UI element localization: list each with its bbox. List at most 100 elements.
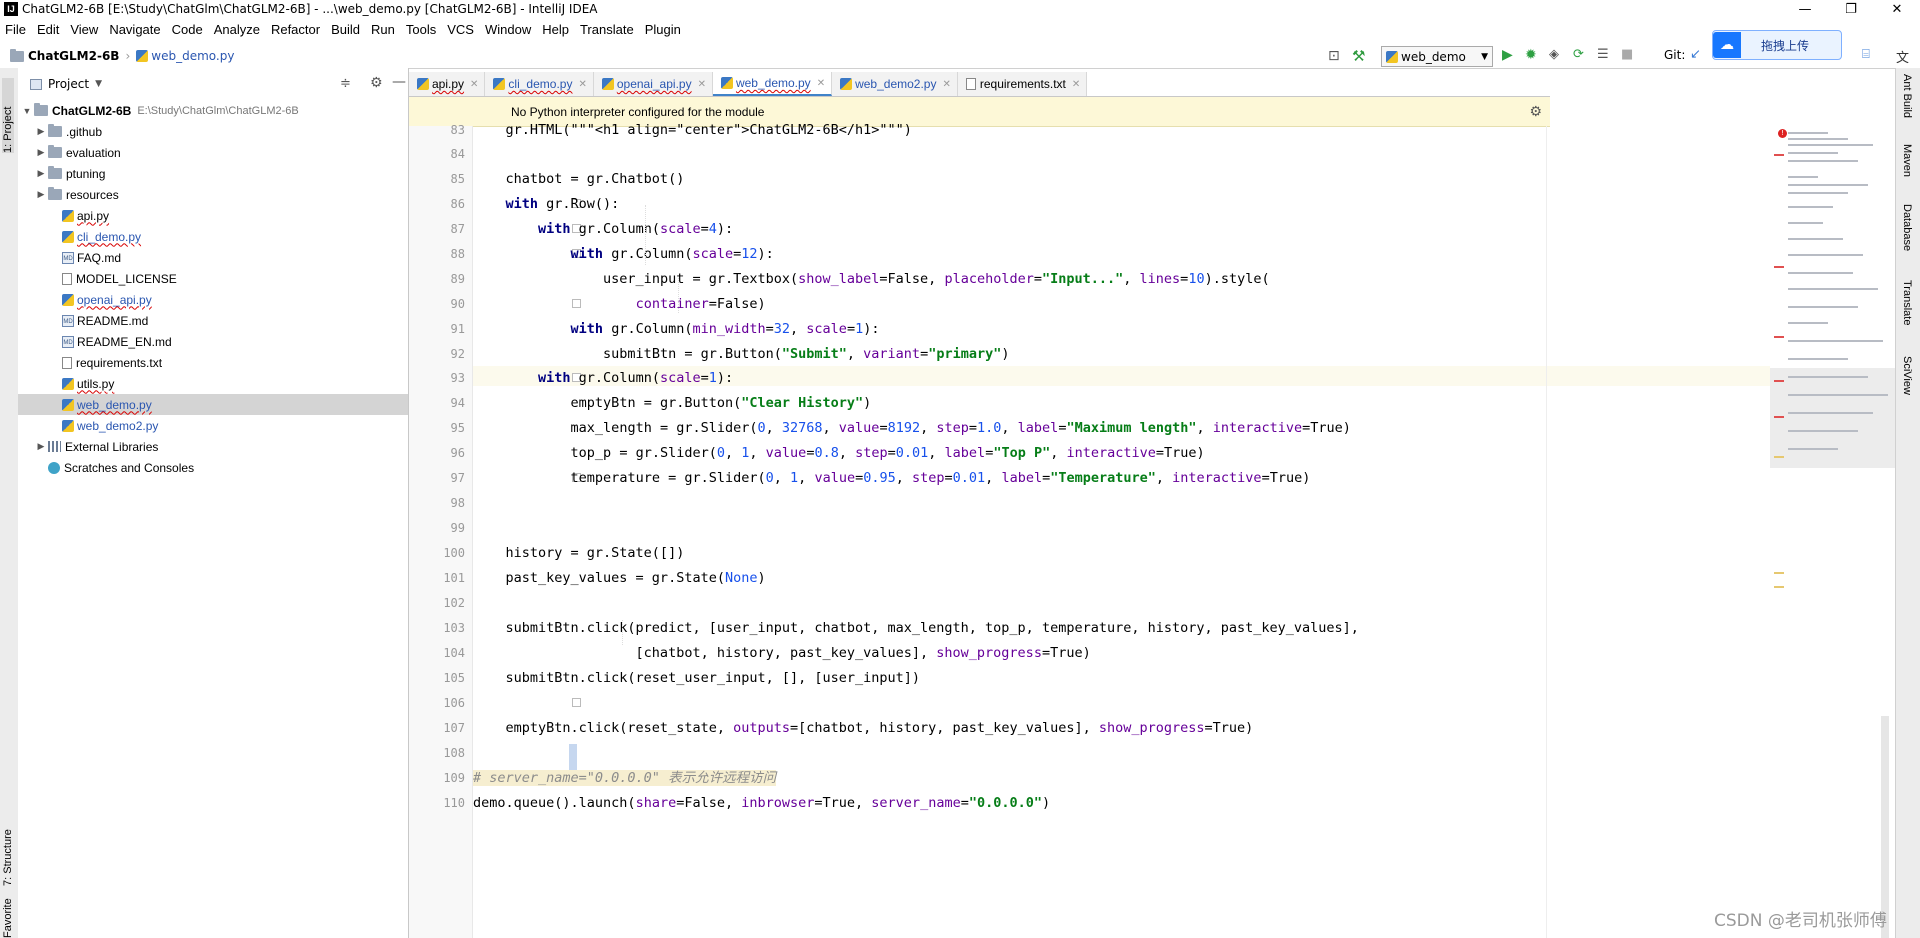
structure-tool-button[interactable]: 7: Structure — [2, 806, 14, 886]
build-hammer-icon[interactable]: ⚒ — [1352, 47, 1365, 65]
menu-code[interactable]: Code — [167, 22, 209, 37]
close-icon[interactable]: ✕ — [470, 79, 478, 90]
menu-file[interactable]: File — [0, 22, 32, 37]
tree-item-readme-md[interactable]: MD README.md — [18, 310, 408, 331]
tree-item-requirements-txt[interactable]: requirements.txt — [18, 352, 408, 373]
menu-window[interactable]: Window — [480, 22, 537, 37]
hide-panel-icon[interactable]: — — [392, 74, 406, 90]
code-line-86: with gr.Row(): — [473, 194, 1550, 214]
chevron-down-icon[interactable]: ▼ — [20, 106, 34, 116]
chevron-right-icon[interactable]: ▶ — [34, 126, 48, 137]
close-icon[interactable]: ✕ — [942, 79, 950, 90]
collapse-all-icon[interactable]: ≑ — [340, 76, 351, 91]
menu-analyze[interactable]: Analyze — [209, 22, 266, 37]
code-text: = — [765, 321, 774, 337]
param-name: server_name — [871, 795, 961, 811]
vertical-scrollbar[interactable] — [1881, 716, 1889, 938]
close-icon[interactable]: ✕ — [578, 79, 586, 90]
tree-item-ptuning[interactable]: ▶ ptuning — [18, 163, 408, 184]
tree-item-web-demo-py[interactable]: web_demo.py — [18, 394, 408, 415]
tab-api-py[interactable]: api.py ✕ — [409, 72, 486, 96]
menu-tools[interactable]: Tools — [401, 22, 442, 37]
line-number: 106 — [443, 696, 465, 710]
tab-requirements-txt[interactable]: requirements.txt ✕ — [957, 72, 1088, 96]
breadcrumb-separator: › — [125, 49, 131, 63]
project-tool-button[interactable]: 1: Project — [2, 78, 14, 153]
tree-item-faq-md[interactable]: MD FAQ.md — [18, 247, 408, 268]
tree-root[interactable]: ▼ ChatGLM2-6B E:\Study\ChatGlm\ChatGLM2-… — [18, 100, 408, 121]
menu-run[interactable]: Run — [366, 22, 401, 37]
debug-icon[interactable]: ✹ — [1525, 47, 1537, 63]
tree-scratches[interactable]: Scratches and Consoles — [18, 457, 408, 478]
run-config-select[interactable]: web_demo ▼ — [1381, 46, 1493, 67]
tree-item-readme-en-md[interactable]: MD README_EN.md — [18, 331, 408, 352]
close-icon[interactable]: ✕ — [817, 78, 825, 89]
translate-tool-button[interactable]: Translate — [1901, 280, 1913, 350]
favorites-tool-button[interactable]: Favorites — [2, 898, 14, 938]
code-minimap[interactable]: ! — [1770, 126, 1895, 938]
breadcrumb-file[interactable]: web_demo.py — [151, 49, 234, 63]
minimize-button[interactable]: — — [1782, 0, 1828, 18]
close-button[interactable]: ✕ — [1874, 0, 1920, 18]
sciview-tool-button[interactable]: SciView — [1901, 356, 1913, 416]
close-icon[interactable]: ✕ — [1072, 79, 1080, 90]
project-panel-title[interactable]: Project — [48, 77, 89, 91]
menu-plugin[interactable]: Plugin — [640, 22, 687, 37]
translate-toolbar-icon[interactable]: ⌸ — [1862, 47, 1870, 62]
tree-item-openai-api-py[interactable]: openai_api.py — [18, 289, 408, 310]
breadcrumb-project[interactable]: ChatGLM2-6B — [28, 49, 119, 63]
tree-item-utils-py[interactable]: utils.py — [18, 373, 408, 394]
database-tool-button[interactable]: Database — [1901, 204, 1913, 274]
code-text: = — [960, 795, 969, 811]
menu-translate[interactable]: Translate — [575, 22, 640, 37]
code-text: submitBtn = gr.Button( — [603, 346, 782, 362]
menu-help[interactable]: Help — [537, 22, 575, 37]
menu-navigate[interactable]: Navigate — [104, 22, 166, 37]
indent-guide — [645, 205, 647, 265]
code-text: chatbot = gr.Chatbot() — [473, 171, 685, 187]
gear-icon[interactable]: ⚙ — [1529, 103, 1542, 120]
chevron-right-icon[interactable]: ▶ — [34, 189, 48, 200]
chevron-right-icon[interactable]: ▶ — [34, 147, 48, 158]
close-icon[interactable]: ✕ — [698, 79, 706, 90]
menu-edit[interactable]: Edit — [32, 22, 65, 37]
menu-vcs[interactable]: VCS — [442, 22, 480, 37]
tree-item-web-demo2-py[interactable]: web_demo2.py — [18, 415, 408, 436]
tree-item-api-py[interactable]: api.py — [18, 205, 408, 226]
menu-refactor[interactable]: Refactor — [266, 22, 326, 37]
gear-icon[interactable]: ⚙ — [370, 75, 383, 91]
tree-item-model-license[interactable]: MODEL_LICENSE — [18, 268, 408, 289]
library-icon — [48, 441, 61, 452]
tree-external-libraries[interactable]: ▶ External Libraries — [18, 436, 408, 457]
tree-item-label: ptuning — [66, 166, 106, 181]
code-editor[interactable]: gr.HTML("""<h1 align="center">ChatGLM2-6… — [473, 122, 1550, 938]
translate-tool-icon[interactable]: 文 — [1896, 47, 1909, 66]
project-structure-icon[interactable]: ⊡ — [1328, 48, 1340, 64]
tree-item-evaluation[interactable]: ▶ evaluation — [18, 142, 408, 163]
git-update-icon[interactable]: ↙ — [1690, 47, 1701, 62]
tab-openai-api-py[interactable]: openai_api.py ✕ — [593, 72, 713, 96]
tree-item-resources[interactable]: ▶ resources — [18, 184, 408, 205]
profile-icon[interactable]: ⟳ — [1573, 47, 1584, 62]
ant-build-tool-button[interactable]: Ant Build — [1901, 74, 1913, 134]
tab-cli-demo-py[interactable]: cli_demo.py ✕ — [485, 72, 594, 96]
tree-item-github[interactable]: ▶ .github — [18, 121, 408, 142]
coverage-icon[interactable]: ◈ — [1549, 47, 1559, 62]
minimap-viewport[interactable] — [1770, 368, 1895, 468]
chevron-down-icon[interactable]: ▼ — [95, 79, 102, 89]
tab-web-demo-py[interactable]: web_demo.py ✕ — [712, 72, 833, 96]
code-line-88: with gr.Column(scale=12): — [473, 244, 1550, 264]
stop-icon[interactable]: ■ — [1621, 47, 1633, 62]
tree-item-cli-demo-py[interactable]: cli_demo.py — [18, 226, 408, 247]
attach-icon[interactable]: ☰ — [1597, 47, 1609, 62]
menu-build[interactable]: Build — [326, 22, 366, 37]
error-icon[interactable]: ! — [1778, 129, 1787, 138]
run-icon[interactable]: ▶ — [1502, 47, 1513, 63]
maximize-button[interactable]: ❐ — [1828, 0, 1874, 18]
menu-view[interactable]: View — [65, 22, 104, 37]
chevron-right-icon[interactable]: ▶ — [34, 168, 48, 179]
chevron-right-icon[interactable]: ▶ — [34, 441, 48, 452]
code-text: submitBtn.click(reset_user_input, [], [u… — [473, 670, 921, 686]
tab-web-demo2-py[interactable]: web_demo2.py ✕ — [832, 72, 958, 96]
maven-tool-button[interactable]: Maven — [1901, 144, 1913, 194]
